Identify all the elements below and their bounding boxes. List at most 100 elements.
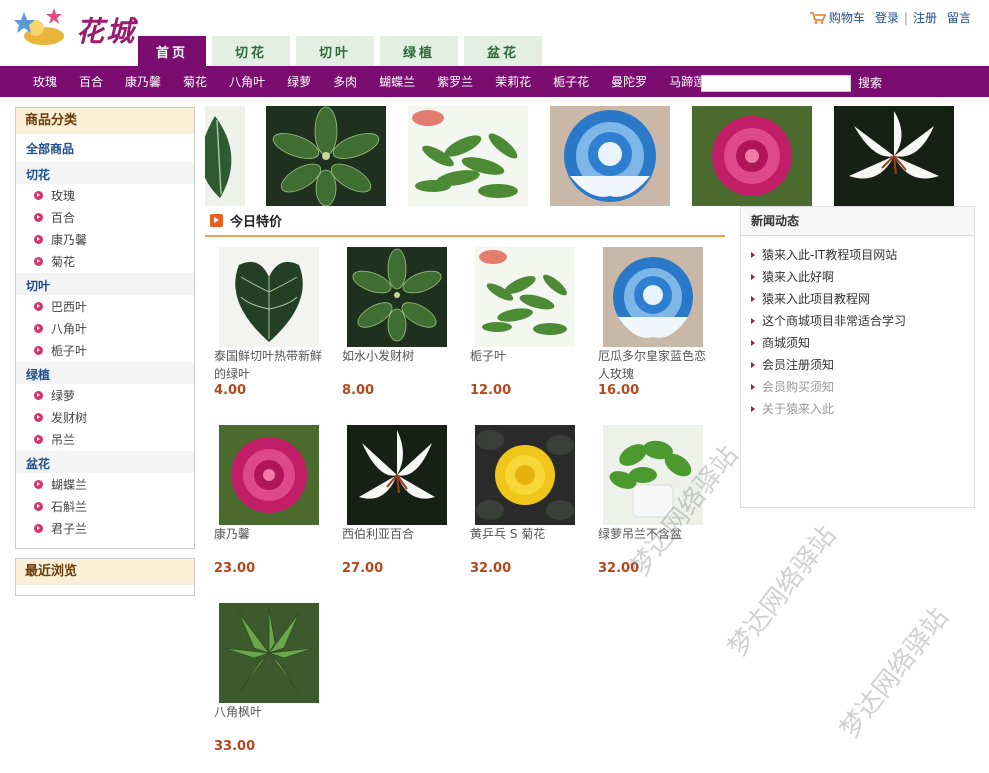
category-link-gardenia[interactable]: 栀子花: [553, 73, 589, 90]
news-item[interactable]: 这个商城项目非常适合学习: [751, 310, 974, 332]
product-card[interactable]: 西伯利亚百合 27.00: [342, 425, 460, 576]
product-image-pothos[interactable]: [603, 425, 703, 525]
message-link[interactable]: 留言: [947, 9, 971, 26]
carousel-image-leaf[interactable]: [205, 106, 245, 206]
carousel-image-schefflera[interactable]: [266, 106, 386, 206]
sidebar-item-spider-plant[interactable]: 吊兰: [16, 428, 194, 450]
sidebar-item-label: 玫瑰: [51, 188, 76, 203]
product-card[interactable]: 泰国鲜切叶热带新鲜的绿叶 4.00: [214, 247, 332, 398]
product-name[interactable]: 黄乒乓 S 菊花: [470, 525, 588, 561]
product-price: 23.00: [214, 561, 256, 576]
product-card[interactable]: 八角枫叶 33.00: [214, 603, 332, 754]
site-logo[interactable]: 花城: [14, 4, 136, 50]
category-link-fatsia[interactable]: 八角叶: [229, 73, 265, 90]
product-name[interactable]: 绿萝吊兰不含盆: [598, 525, 716, 561]
top-links: 购物车 登录 | 注册 留言: [809, 9, 971, 26]
tab-home[interactable]: 首页: [138, 36, 206, 66]
sidebar-item-gardenia-leaf[interactable]: 栀子叶: [16, 339, 194, 361]
product-card[interactable]: 厄瓜多尔皇家蓝色恋人玫瑰 16.00: [598, 247, 716, 398]
carousel-image-lily[interactable]: [834, 106, 954, 206]
sidebar-item-pothos[interactable]: 绿萝: [16, 384, 194, 406]
login-link[interactable]: 登录: [875, 9, 899, 26]
sidebar-group-green-plants[interactable]: 绿植: [16, 362, 194, 384]
product-name[interactable]: 泰国鲜切叶热带新鲜的绿叶: [214, 347, 332, 383]
sidebar-item-money-tree[interactable]: 发财树: [16, 406, 194, 428]
sidebar-item-chrysanthemum[interactable]: 菊花: [16, 250, 194, 272]
category-link-rose[interactable]: 玫瑰: [33, 73, 57, 90]
product-card[interactable]: 绿萝吊兰不含盆 32.00: [598, 425, 716, 576]
product-name[interactable]: 康乃馨: [214, 525, 332, 561]
product-price: 32.00: [598, 561, 640, 576]
category-link-violet[interactable]: 紫罗兰: [437, 73, 473, 90]
product-image-blue-rose[interactable]: [603, 247, 703, 347]
category-link-jasmine[interactable]: 茉莉花: [495, 73, 531, 90]
tab-green-plants[interactable]: 绿植: [380, 36, 458, 66]
sidebar-item-lily[interactable]: 百合: [16, 206, 194, 228]
product-card[interactable]: 黄乒乓 S 菊花 32.00: [470, 425, 588, 576]
bullet-icon: [34, 212, 43, 222]
product-image-schefflera[interactable]: [347, 247, 447, 347]
sidebar-group-potted-flowers[interactable]: 盆花: [16, 451, 194, 473]
product-name[interactable]: 西伯利亚百合: [342, 525, 460, 561]
product-card[interactable]: 栀子叶 12.00: [470, 247, 588, 398]
sidebar-item-clivia[interactable]: 君子兰: [16, 517, 194, 539]
sidebar-item-dendrobium[interactable]: 石斛兰: [16, 495, 194, 517]
sidebar-group-cut-leaves[interactable]: 切叶: [16, 273, 194, 295]
category-link-calla[interactable]: 马蹄莲: [669, 73, 705, 90]
product-name[interactable]: 如水小发财树: [342, 347, 460, 383]
news-item[interactable]: 会员购买须知: [751, 376, 974, 398]
product-image-chrysanthemum[interactable]: [475, 425, 575, 525]
product-image-gardenia-leaf[interactable]: [475, 247, 575, 347]
news-item[interactable]: 关于猿来入此: [751, 398, 974, 420]
search-input[interactable]: [701, 75, 851, 92]
recent-views-title: 最近浏览: [16, 559, 194, 585]
product-image-peony[interactable]: [219, 425, 319, 525]
tab-potted-flowers[interactable]: 盆花: [464, 36, 542, 66]
cart-link[interactable]: 购物车: [809, 9, 865, 26]
product-card[interactable]: 康乃馨 23.00: [214, 425, 332, 576]
carousel-image-peony[interactable]: [692, 106, 812, 206]
category-link-lily[interactable]: 百合: [79, 73, 103, 90]
sidebar-item-label: 发财树: [51, 410, 88, 425]
category-link-chrysanthemum[interactable]: 菊花: [183, 73, 207, 90]
sidebar-item-carnation[interactable]: 康乃馨: [16, 228, 194, 250]
product-image-anthurium-leaf[interactable]: [219, 247, 319, 347]
logo-emblem-icon: [14, 8, 64, 45]
tab-cut-leaves[interactable]: 切叶: [296, 36, 374, 66]
bullet-icon: [34, 390, 43, 400]
recent-views-box: 最近浏览: [15, 558, 195, 596]
sidebar-group-cut-flowers[interactable]: 切花: [16, 162, 194, 184]
tab-cut-flowers[interactable]: 切花: [212, 36, 290, 66]
news-item[interactable]: 会员注册须知: [751, 354, 974, 376]
category-link-orchid[interactable]: 蝴蝶兰: [379, 73, 415, 90]
category-link-carnation[interactable]: 康乃馨: [125, 73, 161, 90]
product-name[interactable]: 厄瓜多尔皇家蓝色恋人玫瑰: [598, 347, 716, 383]
sidebar-all-products[interactable]: 全部商品: [16, 134, 194, 161]
sidebar-item-phalaenopsis[interactable]: 蝴蝶兰: [16, 473, 194, 495]
news-item[interactable]: 猿来入此-IT教程项目网站: [751, 244, 974, 266]
register-link[interactable]: 注册: [913, 9, 937, 26]
sidebar-item-fatsia[interactable]: 八角叶: [16, 317, 194, 339]
bullet-icon: [34, 190, 43, 200]
sidebar-item-brazil-leaf[interactable]: 巴西叶: [16, 295, 194, 317]
sidebar-item-label: 八角叶: [51, 321, 88, 336]
product-name[interactable]: 栀子叶: [470, 347, 588, 383]
product-price: 16.00: [598, 383, 640, 398]
news-list: 猿来入此-IT教程项目网站 猿来入此好啊 猿来入此项目教程网 这个商城项目非常适…: [741, 236, 974, 420]
category-link-datura[interactable]: 曼陀罗: [611, 73, 647, 90]
news-title: 新闻动态: [741, 207, 974, 236]
carousel-image-blue-rose[interactable]: [550, 106, 670, 206]
news-item[interactable]: 猿来入此项目教程网: [751, 288, 974, 310]
sidebar-item-rose[interactable]: 玫瑰: [16, 184, 194, 206]
news-panel: 新闻动态 猿来入此-IT教程项目网站 猿来入此好啊 猿来入此项目教程网 这个商城…: [740, 206, 975, 508]
product-name[interactable]: 八角枫叶: [214, 703, 332, 739]
category-link-pothos[interactable]: 绿萝: [287, 73, 311, 90]
product-card[interactable]: 如水小发财树 8.00: [342, 247, 460, 398]
search-button[interactable]: 搜索: [858, 75, 882, 92]
carousel-image-gardenia-leaf[interactable]: [408, 106, 528, 206]
product-image-fatsia[interactable]: [219, 603, 319, 703]
news-item[interactable]: 商城须知: [751, 332, 974, 354]
news-item[interactable]: 猿来入此好啊: [751, 266, 974, 288]
product-image-lily[interactable]: [347, 425, 447, 525]
category-link-succulent[interactable]: 多肉: [333, 73, 357, 90]
